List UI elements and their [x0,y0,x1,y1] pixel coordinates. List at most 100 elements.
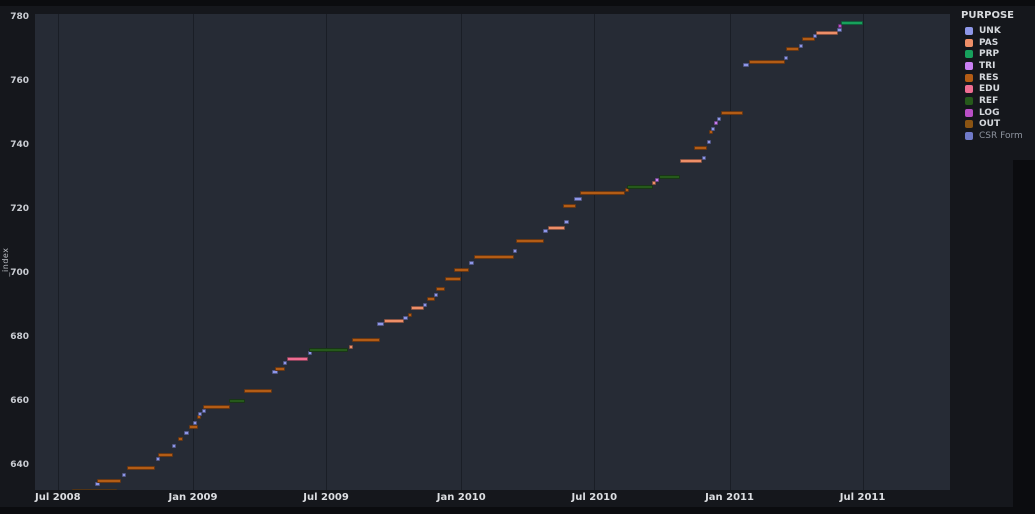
gantt-segment[interactable] [121,472,127,477]
legend-swatch-icon [965,73,973,82]
gantt-segment[interactable] [126,466,155,471]
gantt-segment[interactable] [177,437,183,442]
window-edge-right [1013,160,1035,514]
gantt-segment[interactable] [201,408,206,413]
gridline [729,14,731,490]
gantt-segment[interactable] [158,453,174,458]
legend-item-unk[interactable]: UNK [961,25,1035,37]
legend-swatch-icon [965,50,973,59]
gantt-segment[interactable] [742,62,749,67]
gantt-segment[interactable] [171,443,176,448]
gridline [57,14,59,490]
y-tick-label: 760 [10,75,29,86]
legend-item-label: OUT [979,119,1001,130]
gantt-segment[interactable] [407,312,412,317]
legend-item-ref[interactable]: REF [961,95,1035,107]
gridline [326,14,328,490]
x-tick-label: Jul 2011 [839,492,886,503]
gantt-segment[interactable] [445,277,461,282]
gantt-segment[interactable] [189,424,199,429]
gantt-segment[interactable] [694,146,708,151]
legend-swatch-icon [965,132,973,141]
gantt-segment[interactable] [411,306,424,311]
y-tick-label: 640 [10,460,29,471]
legend-item-csr-form[interactable]: CSR Form [961,130,1035,142]
legend-swatch-icon [965,61,973,70]
gantt-segment[interactable] [563,203,576,208]
gantt-segment[interactable] [193,421,197,426]
plot-area[interactable] [35,14,950,490]
legend-swatch-icon [965,38,973,47]
legend-item-tri[interactable]: TRI [961,60,1035,72]
window-edge-bottom [0,507,1035,514]
legend-item-label: REF [979,95,999,106]
gantt-segment[interactable] [244,389,273,394]
legend-item-label: EDU [979,84,1000,95]
gantt-segment[interactable] [783,56,788,61]
gantt-segment[interactable] [627,184,654,189]
x-tick-label: Jan 2011 [705,492,754,503]
gantt-segment[interactable] [287,357,309,362]
gantt-segment[interactable] [711,126,716,131]
gantt-segment[interactable] [348,344,353,349]
gantt-segment[interactable] [707,139,712,144]
gantt-segment[interactable] [434,293,439,298]
legend-title: PURPOSE [961,10,1015,21]
gantt-segment[interactable] [564,219,569,224]
x-tick-label: Jul 2010 [571,492,618,503]
gantt-segment[interactable] [574,197,582,202]
gantt-segment[interactable] [436,286,446,291]
gantt-segment[interactable] [721,110,743,115]
gantt-segment[interactable] [816,30,839,35]
gantt-segment[interactable] [423,302,428,307]
gantt-segment[interactable] [512,248,518,253]
gantt-segment[interactable] [184,431,189,436]
gantt-segment[interactable] [580,190,626,195]
legend-item-res[interactable]: RES [961,72,1035,84]
gantt-segment[interactable] [282,360,288,365]
gantt-segment[interactable] [786,46,800,51]
gantt-segment[interactable] [453,267,469,272]
gantt-segment[interactable] [542,229,548,234]
x-tick-label: Jan 2010 [436,492,486,503]
gantt-segment[interactable] [798,43,803,48]
legend-item-label: PAS [979,37,999,48]
gantt-segment[interactable] [427,296,435,301]
gantt-segment[interactable] [748,59,785,64]
gantt-segment[interactable] [403,315,408,320]
gantt-segment[interactable] [229,399,246,403]
legend-item-label: PRP [979,49,1000,60]
legend-item-label: CSR Form [979,131,1023,142]
legend-item-pas[interactable]: PAS [961,37,1035,49]
legend-item-out[interactable]: OUT [961,119,1035,131]
legend-item-edu[interactable]: EDU [961,83,1035,95]
gantt-segment[interactable] [275,366,285,371]
gridline [862,14,864,490]
gantt-segment[interactable] [841,21,863,26]
gantt-segment[interactable] [384,318,404,323]
gantt-segment[interactable] [352,338,381,343]
gantt-segment[interactable] [376,322,385,327]
gantt-segment[interactable] [72,488,117,490]
gantt-segment[interactable] [97,479,121,484]
gantt-segment[interactable] [836,27,842,32]
gantt-segment[interactable] [658,174,680,179]
legend-item-log[interactable]: LOG [961,107,1035,119]
gantt-segment[interactable] [473,254,515,259]
gantt-segment[interactable] [679,158,703,163]
gantt-segment[interactable] [516,238,545,243]
gantt-segment[interactable] [717,117,722,122]
gantt-segment[interactable] [156,456,161,461]
legend-item-label: TRI [979,60,996,71]
gantt-segment[interactable] [309,347,349,352]
x-tick-label: Jan 2009 [168,492,218,503]
legend-swatch-icon [965,120,973,129]
gantt-segment[interactable] [547,226,565,231]
gantt-segment[interactable] [714,120,719,125]
gantt-segment[interactable] [468,261,474,266]
legend-swatch-icon [965,85,973,94]
gantt-segment[interactable] [202,405,230,410]
legend-item-prp[interactable]: PRP [961,48,1035,60]
y-tick-label: 680 [10,331,29,342]
gantt-segment[interactable] [701,155,706,160]
